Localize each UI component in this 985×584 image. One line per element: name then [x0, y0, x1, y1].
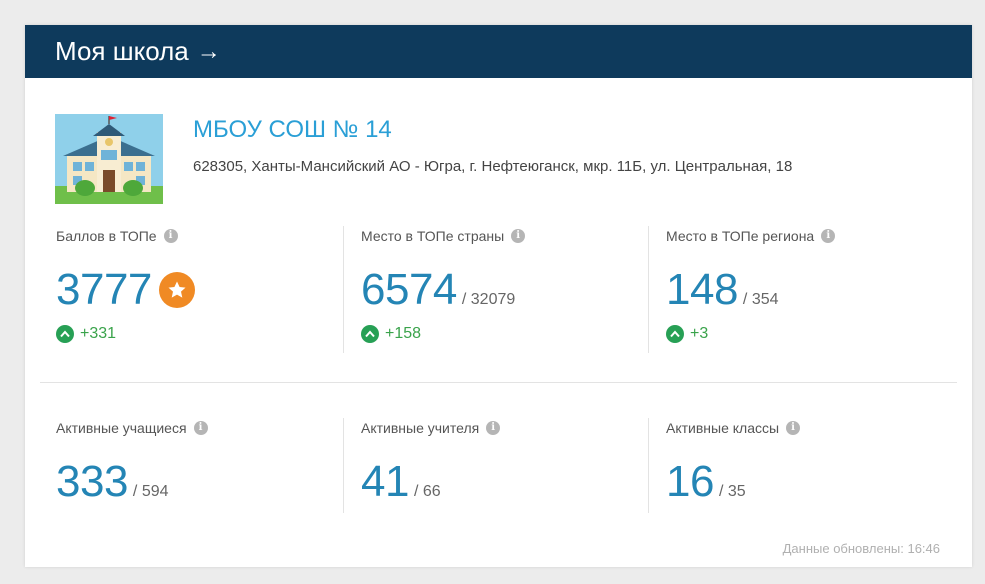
arrow-up-icon: [56, 325, 74, 343]
stat-delta: +331: [80, 325, 117, 342]
stat-total: / 66: [413, 483, 441, 500]
stat-active-students: Активные учащиеся i 333 / 594: [25, 418, 343, 513]
stat-label: Активные учащиеся: [56, 420, 187, 436]
stat-total: / 594: [132, 483, 169, 500]
card-header[interactable]: Моя школа →: [25, 25, 972, 78]
stat-active-teachers: Активные учителя i 41 / 66: [343, 418, 648, 513]
stat-points: Баллов в ТОПе i 3777 +331: [25, 226, 343, 353]
stat-label: Активные учителя: [361, 420, 480, 436]
stat-region-rank: Место в ТОПе региона i 148 / 354 +3: [648, 226, 953, 353]
activity-stats-row: Активные учащиеся i 333 / 594 Активные у…: [25, 418, 972, 513]
stat-label: Баллов в ТОПе: [56, 228, 157, 244]
arrow-right-icon[interactable]: →: [197, 38, 221, 66]
stat-value: 333: [56, 457, 128, 506]
section-divider: [40, 382, 957, 383]
school-summary: МБОУ СОШ № 14 628305, Ханты-Мансийский А…: [55, 114, 792, 204]
school-building-icon: [55, 114, 163, 204]
stat-country-rank: Место в ТОПе страны i 6574 / 32079 +158: [343, 226, 648, 353]
arrow-up-icon: [361, 325, 379, 343]
stat-value: 41: [361, 457, 409, 506]
ranking-stats-row: Баллов в ТОПе i 3777 +331 Место в ТОПе с…: [25, 226, 972, 353]
stat-total: / 354: [742, 291, 779, 308]
stat-label: Место в ТОПе страны: [361, 228, 505, 244]
info-icon[interactable]: i: [486, 421, 501, 435]
stat-value: 3777: [56, 265, 152, 314]
stat-active-classes: Активные классы i 16 / 35: [648, 418, 953, 513]
info-icon[interactable]: i: [786, 421, 801, 435]
info-icon[interactable]: i: [163, 229, 178, 243]
stat-delta: +158: [385, 325, 422, 342]
stat-label: Активные классы: [666, 420, 780, 436]
stat-value: 6574: [361, 265, 457, 314]
stat-value: 16: [666, 457, 714, 506]
last-updated-text: Данные обновлены: 16:46: [782, 541, 940, 556]
card-title[interactable]: Моя школа: [55, 36, 189, 67]
school-name-link[interactable]: МБОУ СОШ № 14: [193, 116, 392, 144]
info-icon[interactable]: i: [511, 229, 526, 243]
info-icon[interactable]: i: [193, 421, 208, 435]
school-address: 628305, Ханты-Мансийский АО - Югра, г. Н…: [193, 158, 793, 175]
arrow-up-icon: [666, 325, 684, 343]
stat-delta: +3: [690, 325, 709, 342]
info-icon[interactable]: i: [821, 229, 836, 243]
stat-label: Место в ТОПе региона: [666, 228, 815, 244]
stat-total: / 32079: [461, 291, 516, 308]
stat-total: / 35: [718, 483, 746, 500]
stat-value: 148: [666, 265, 738, 314]
my-school-card: Моя школа → МБОУ СОШ № 14 628305, Ханты-…: [25, 25, 972, 567]
star-badge-icon: [158, 272, 195, 308]
